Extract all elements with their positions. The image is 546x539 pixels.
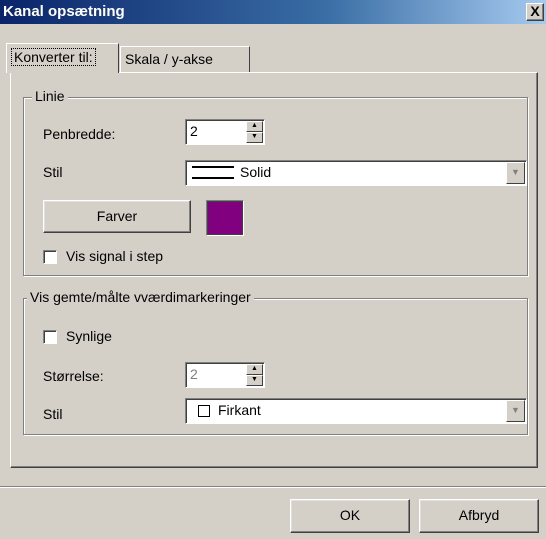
width-spinner[interactable]: 2 ▲ ▼ bbox=[185, 119, 265, 145]
step-checkbox-label: Vis signal i step bbox=[66, 248, 164, 264]
spin-up-icon[interactable]: ▲ bbox=[246, 364, 263, 375]
line-group-legend: Linie bbox=[32, 88, 68, 104]
spin-up-icon[interactable]: ▲ bbox=[246, 121, 263, 132]
tab-konverter-label: Konverter til: bbox=[11, 48, 96, 66]
chevron-down-icon[interactable]: ▼ bbox=[506, 400, 525, 422]
visible-checkbox[interactable] bbox=[43, 330, 57, 344]
line-style-label: Stil bbox=[43, 164, 63, 180]
chevron-down-icon[interactable]: ▼ bbox=[506, 162, 525, 184]
close-icon: X bbox=[530, 3, 540, 19]
spin-down-icon[interactable]: ▼ bbox=[246, 375, 263, 386]
size-spinner[interactable]: 2 ▲ ▼ bbox=[185, 362, 265, 388]
size-value: 2 bbox=[190, 366, 198, 382]
step-checkbox[interactable] bbox=[43, 250, 57, 264]
size-label: Størrelse: bbox=[43, 368, 104, 384]
window-title: Kanal opsætning bbox=[3, 3, 125, 20]
width-label: Penbredde: bbox=[43, 126, 116, 142]
marker-style-value: Firkant bbox=[218, 402, 261, 418]
colors-button-label: Farver bbox=[96, 208, 138, 224]
footer-separator bbox=[0, 486, 546, 488]
markers-group-legend: Vis gemte/målte vværdimarkeringer bbox=[27, 289, 254, 305]
square-icon bbox=[198, 405, 210, 417]
line-style-select[interactable]: Solid ▼ bbox=[185, 160, 527, 186]
title-bar: Kanal opsætning X bbox=[0, 0, 546, 24]
line-sample-icon bbox=[192, 166, 234, 179]
visible-checkbox-label: Synlige bbox=[66, 328, 112, 344]
cancel-button[interactable]: Afbryd bbox=[419, 499, 539, 533]
tab-skala[interactable]: Skala / y-akse bbox=[120, 46, 250, 72]
tab-konverter[interactable]: Konverter til: bbox=[6, 43, 119, 73]
close-button[interactable]: X bbox=[526, 3, 544, 21]
width-value: 2 bbox=[190, 123, 198, 139]
line-style-value: Solid bbox=[240, 164, 272, 180]
color-swatch bbox=[206, 200, 244, 236]
ok-button[interactable]: OK bbox=[290, 499, 410, 533]
cancel-button-label: Afbryd bbox=[458, 507, 500, 523]
tab-skala-label: Skala / y-akse bbox=[125, 51, 213, 67]
colors-button[interactable]: Farver bbox=[43, 200, 191, 233]
spin-down-icon[interactable]: ▼ bbox=[246, 132, 263, 143]
color-fill bbox=[207, 201, 243, 235]
marker-style-label: Stil bbox=[43, 406, 63, 422]
ok-button-label: OK bbox=[339, 507, 361, 523]
marker-style-select[interactable]: Firkant ▼ bbox=[185, 398, 527, 424]
